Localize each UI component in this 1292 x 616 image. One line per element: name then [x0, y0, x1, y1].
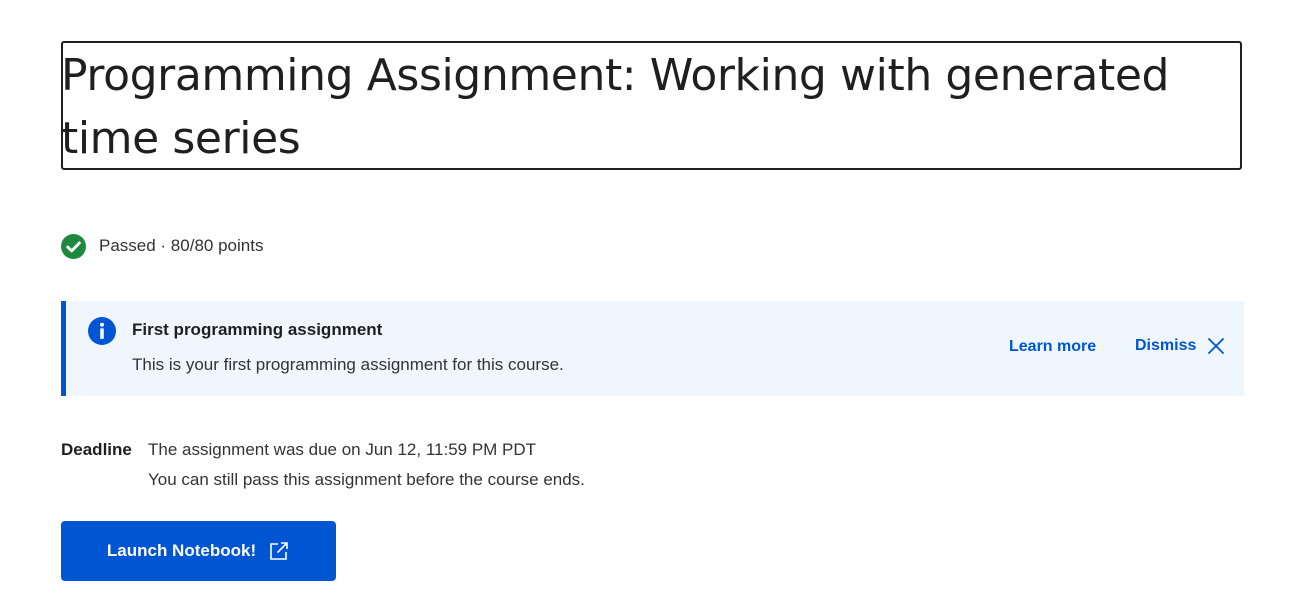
- info-icon: [88, 317, 116, 345]
- status-row: Passed · 80/80 points: [61, 233, 263, 259]
- banner-text: This is your first programming assignmen…: [132, 355, 564, 374]
- deadline-due-text: The assignment was due on Jun 12, 11:59 …: [148, 440, 537, 459]
- launch-notebook-button[interactable]: Launch Notebook!: [61, 521, 336, 581]
- external-link-icon: [270, 542, 288, 560]
- status-text: Passed · 80/80 points: [99, 236, 264, 255]
- check-circle-icon: [61, 233, 86, 259]
- dismiss-label: Dismiss: [1135, 337, 1197, 354]
- dismiss-button[interactable]: Dismiss: [1135, 337, 1225, 355]
- page-title: Programming Assignment: Working with gen…: [61, 50, 1170, 164]
- learn-more-link[interactable]: Learn more: [1009, 338, 1096, 356]
- assignment-page: Programming Assignment: Working with gen…: [0, 0, 1292, 616]
- deadline-label: Deadline: [61, 440, 132, 459]
- info-banner: First programming assignment This is you…: [61, 301, 1244, 396]
- deadline-note-text: You can still pass this assignment befor…: [148, 470, 585, 489]
- close-icon: [1208, 338, 1225, 354]
- launch-notebook-label: Launch Notebook!: [106, 541, 257, 560]
- banner-title: First programming assignment: [132, 320, 383, 339]
